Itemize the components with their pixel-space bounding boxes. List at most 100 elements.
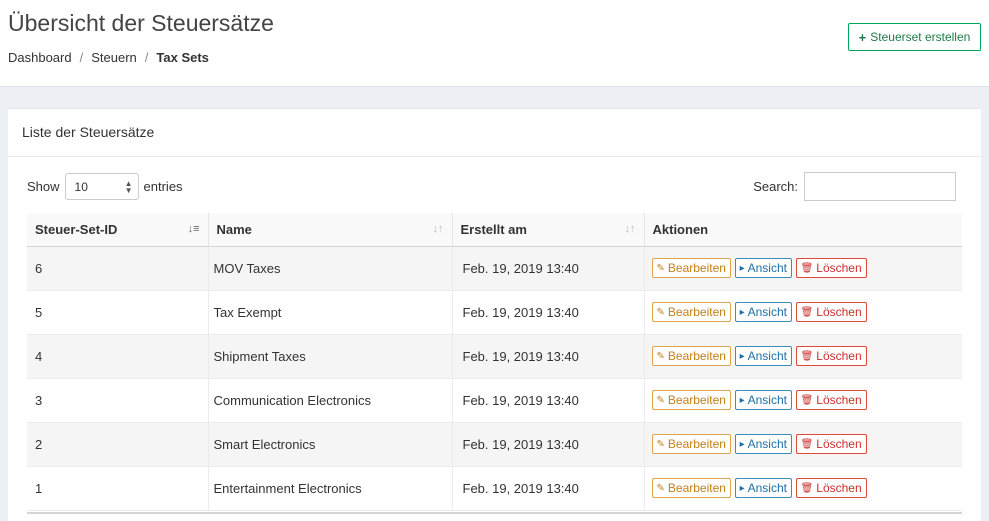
column-header-name[interactable]: Name ↓↑ bbox=[208, 213, 453, 247]
tax-sets-table: Steuer-Set-ID ↓≡ Name ↓↑ Erstellt am ↓↑ … bbox=[27, 213, 962, 511]
cell-created: Feb. 19, 2019 13:40 bbox=[452, 378, 645, 423]
cell-created: Feb. 19, 2019 13:40 bbox=[452, 290, 645, 335]
cell-id: 2 bbox=[27, 422, 209, 467]
cell-actions: ✎ Bearbeiten ▸ Ansicht 🗑 Löschen bbox=[644, 422, 962, 467]
breadcrumb-separator: / bbox=[144, 50, 149, 65]
breadcrumb-tax-sets: Tax Sets bbox=[156, 50, 209, 65]
cell-actions: ✎ Bearbeiten ▸ Ansicht 🗑 Löschen bbox=[644, 246, 962, 291]
table-header-row: Steuer-Set-ID ↓≡ Name ↓↑ Erstellt am ↓↑ … bbox=[27, 213, 962, 247]
cell-name: Tax Exempt bbox=[208, 290, 453, 335]
edit-label: Bearbeiten bbox=[667, 349, 726, 363]
delete-button[interactable]: 🗑 Löschen bbox=[795, 258, 867, 278]
cell-name: MOV Taxes bbox=[208, 246, 453, 291]
cell-id: 1 bbox=[27, 466, 209, 511]
edit-icon: ✎ bbox=[656, 438, 665, 450]
cell-id: 5 bbox=[27, 290, 209, 335]
delete-button[interactable]: 🗑 Löschen bbox=[795, 390, 867, 410]
edit-label: Bearbeiten bbox=[667, 437, 726, 451]
delete-label: Löschen bbox=[816, 305, 862, 319]
caret-right-icon: ▸ bbox=[739, 394, 745, 406]
search-label: Search: bbox=[753, 179, 798, 194]
column-label: Aktionen bbox=[652, 221, 709, 237]
edit-button[interactable]: ✎ Bearbeiten bbox=[651, 390, 731, 410]
create-tax-set-button[interactable]: + Steuerset erstellen bbox=[848, 23, 981, 51]
edit-button[interactable]: ✎ Bearbeiten bbox=[651, 346, 731, 366]
caret-right-icon: ▸ bbox=[739, 482, 745, 494]
entries-select[interactable]: 10 ▲ ▼ bbox=[64, 173, 139, 200]
sort-desc-icon: ↓≡ bbox=[187, 223, 200, 235]
delete-button[interactable]: 🗑 Löschen bbox=[795, 346, 867, 366]
view-label: Ansicht bbox=[747, 393, 787, 407]
cell-name: Shipment Taxes bbox=[208, 334, 453, 379]
edit-icon: ✎ bbox=[656, 262, 665, 274]
column-label: Name bbox=[216, 221, 252, 237]
cell-created: Feb. 19, 2019 13:40 bbox=[452, 466, 645, 511]
delete-button[interactable]: 🗑 Löschen bbox=[795, 302, 867, 322]
column-header-actions: Aktionen bbox=[644, 213, 962, 247]
cell-name: Entertainment Electronics bbox=[208, 466, 453, 511]
show-entries: Show 10 ▲ ▼ entries bbox=[27, 173, 183, 200]
trash-icon: 🗑 bbox=[800, 262, 814, 274]
view-button[interactable]: ▸ Ansicht bbox=[734, 258, 792, 278]
plus-icon: + bbox=[858, 29, 867, 45]
view-label: Ansicht bbox=[747, 437, 787, 451]
cell-created: Feb. 19, 2019 13:40 bbox=[452, 246, 645, 291]
search-input[interactable] bbox=[804, 172, 956, 201]
delete-label: Löschen bbox=[816, 437, 862, 451]
view-button[interactable]: ▸ Ansicht bbox=[734, 302, 792, 322]
edit-label: Bearbeiten bbox=[667, 393, 726, 407]
trash-icon: 🗑 bbox=[800, 438, 814, 450]
view-label: Ansicht bbox=[747, 261, 787, 275]
entries-value: 10 bbox=[74, 179, 88, 194]
cell-name: Communication Electronics bbox=[208, 378, 453, 423]
cell-id: 3 bbox=[27, 378, 209, 423]
edit-icon: ✎ bbox=[656, 306, 665, 318]
caret-right-icon: ▸ bbox=[739, 262, 745, 274]
view-button[interactable]: ▸ Ansicht bbox=[734, 478, 792, 498]
cell-created: Feb. 19, 2019 13:40 bbox=[452, 334, 645, 379]
edit-label: Bearbeiten bbox=[667, 261, 726, 275]
sort-icon: ↓↑ bbox=[432, 223, 444, 235]
view-button[interactable]: ▸ Ansicht bbox=[734, 434, 792, 454]
delete-button[interactable]: 🗑 Löschen bbox=[795, 434, 867, 454]
trash-icon: 🗑 bbox=[800, 350, 814, 362]
edit-button[interactable]: ✎ Bearbeiten bbox=[651, 434, 731, 454]
view-label: Ansicht bbox=[747, 349, 787, 363]
view-label: Ansicht bbox=[747, 481, 787, 495]
edit-icon: ✎ bbox=[656, 394, 665, 406]
table-row: 1 Entertainment Electronics Feb. 19, 201… bbox=[27, 466, 962, 511]
edit-label: Bearbeiten bbox=[667, 481, 726, 495]
edit-button[interactable]: ✎ Bearbeiten bbox=[651, 302, 731, 322]
edit-button[interactable]: ✎ Bearbeiten bbox=[651, 258, 731, 278]
column-label: Steuer-Set-ID bbox=[35, 221, 118, 237]
table-row: 5 Tax Exempt Feb. 19, 2019 13:40 ✎ Bearb… bbox=[27, 290, 962, 335]
table-row: 6 MOV Taxes Feb. 19, 2019 13:40 ✎ Bearbe… bbox=[27, 246, 962, 291]
view-button[interactable]: ▸ Ansicht bbox=[734, 390, 792, 410]
table-row: 2 Smart Electronics Feb. 19, 2019 13:40 … bbox=[27, 422, 962, 467]
sort-icon: ↓↑ bbox=[624, 223, 636, 235]
view-button[interactable]: ▸ Ansicht bbox=[734, 346, 792, 366]
cell-name: Smart Electronics bbox=[208, 422, 453, 467]
tax-sets-box: Liste der Steuersätze Show 10 ▲ ▼ entries… bbox=[8, 108, 981, 521]
cell-id: 4 bbox=[27, 334, 209, 379]
breadcrumb-steuern[interactable]: Steuern bbox=[91, 50, 137, 65]
edit-icon: ✎ bbox=[656, 482, 665, 494]
entries-label: entries bbox=[143, 179, 183, 194]
trash-icon: 🗑 bbox=[800, 306, 814, 318]
view-label: Ansicht bbox=[747, 305, 787, 319]
search-group: Search: bbox=[753, 172, 956, 201]
cell-actions: ✎ Bearbeiten ▸ Ansicht 🗑 Löschen bbox=[644, 290, 962, 335]
column-header-created[interactable]: Erstellt am ↓↑ bbox=[452, 213, 645, 247]
edit-button[interactable]: ✎ Bearbeiten bbox=[651, 478, 731, 498]
caret-right-icon: ▸ bbox=[739, 306, 745, 318]
cell-id: 6 bbox=[27, 246, 209, 291]
show-label: Show bbox=[27, 179, 60, 194]
delete-label: Löschen bbox=[816, 349, 862, 363]
cell-actions: ✎ Bearbeiten ▸ Ansicht 🗑 Löschen bbox=[644, 378, 962, 423]
table-row: 4 Shipment Taxes Feb. 19, 2019 13:40 ✎ B… bbox=[27, 334, 962, 379]
delete-label: Löschen bbox=[816, 393, 862, 407]
delete-button[interactable]: 🗑 Löschen bbox=[795, 478, 867, 498]
column-header-id[interactable]: Steuer-Set-ID ↓≡ bbox=[27, 213, 209, 247]
breadcrumb-dashboard[interactable]: Dashboard bbox=[8, 50, 72, 65]
delete-label: Löschen bbox=[816, 261, 862, 275]
